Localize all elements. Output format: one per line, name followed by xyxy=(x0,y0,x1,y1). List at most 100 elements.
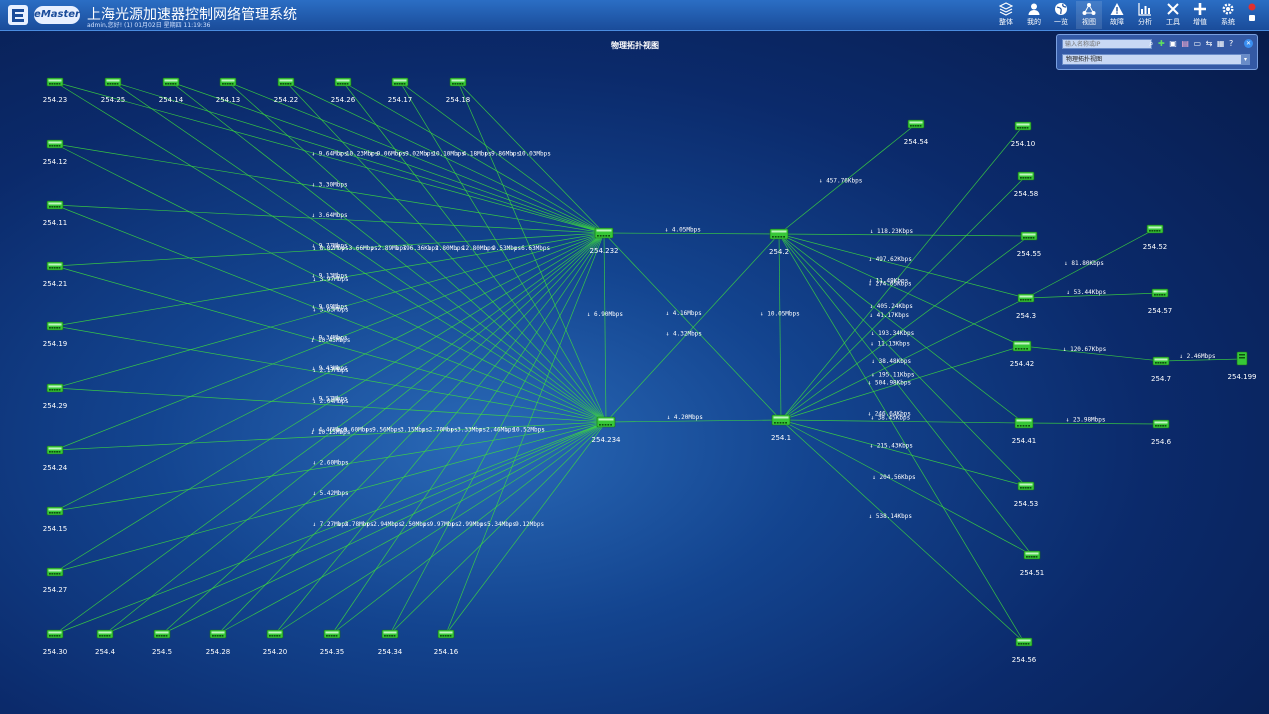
link-rate-label: ↓ 10.05Mbps xyxy=(760,311,800,318)
device-node-254.10[interactable]: 254.10 xyxy=(1011,121,1036,148)
device-label: 254.15 xyxy=(43,525,68,533)
nav-overall[interactable]: 整体 xyxy=(993,1,1019,29)
device-node-254.53[interactable]: 254.53 xyxy=(1014,481,1039,508)
switch-icon xyxy=(96,629,114,639)
device-node-254.54[interactable]: 254.54 xyxy=(904,119,929,146)
switch-icon xyxy=(219,77,237,87)
link-254.17-254.232[interactable] xyxy=(399,81,605,234)
link-254.14-254.232[interactable] xyxy=(170,81,605,234)
device-node-254.1[interactable]: 254.1 xyxy=(771,414,791,442)
device-node-254.4[interactable]: 254.4 xyxy=(95,629,116,656)
device-node-254.16[interactable]: 254.16 xyxy=(434,629,459,656)
device-node-254.13[interactable]: 254.13 xyxy=(216,77,241,104)
link-254.4-254.232[interactable] xyxy=(104,232,605,635)
link-254.4-254.234[interactable] xyxy=(104,421,607,635)
device-node-254.5[interactable]: 254.5 xyxy=(152,629,172,656)
nav-value-added[interactable]: 增值 xyxy=(1187,1,1213,29)
switch-icon xyxy=(1152,356,1170,366)
minimize-window-icon[interactable] xyxy=(1249,15,1255,21)
window-controls[interactable] xyxy=(1246,2,1258,26)
device-node-254.21[interactable]: 254.21 xyxy=(43,261,68,288)
device-node-254.29[interactable]: 254.29 xyxy=(43,383,68,410)
link-254.2-254.56[interactable] xyxy=(778,233,1025,643)
link-254.17-254.234[interactable] xyxy=(399,81,607,423)
link-rate-label: ↓ 405.24Kbps xyxy=(870,303,914,310)
device-label: 254.4 xyxy=(95,648,116,656)
device-node-254.42[interactable]: 254.42 xyxy=(1010,340,1035,368)
link-254.14-254.234[interactable] xyxy=(170,81,607,423)
device-node-254.17[interactable]: 254.17 xyxy=(388,77,413,104)
nav-mine[interactable]: 我的 xyxy=(1021,1,1047,29)
link-254.35-254.234[interactable] xyxy=(331,421,607,635)
link-254.22-254.232[interactable] xyxy=(285,81,605,234)
link-rate-label: ↓ 10.43Mbps xyxy=(311,337,351,344)
device-node-254.25[interactable]: 254.25 xyxy=(101,77,126,104)
topology-canvas[interactable]: ↓ 9.64Mbps↓ 10.23Mbps↓ 9.06Mbps↓ 9.02Mbp… xyxy=(0,30,1269,714)
device-node-254.30[interactable]: 254.30 xyxy=(43,629,68,656)
device-node-254.51[interactable]: 254.51 xyxy=(1020,550,1045,577)
link-rate-label: ↓ 9.12Mbps xyxy=(508,521,545,528)
link-254.34-254.232[interactable] xyxy=(389,232,605,635)
device-node-254.35[interactable]: 254.35 xyxy=(320,629,345,656)
nav-analysis[interactable]: 分析 xyxy=(1132,1,1158,29)
core-switch-icon xyxy=(1012,340,1032,352)
device-node-254.14[interactable]: 254.14 xyxy=(159,77,184,104)
device-node-254.20[interactable]: 254.20 xyxy=(263,629,288,656)
link-rate-label: ↓ 3.97Mbps xyxy=(312,276,349,283)
nav-view[interactable]: 视图 xyxy=(1076,1,1102,29)
device-node-254.57[interactable]: 254.57 xyxy=(1148,288,1173,315)
link-254.30-254.234[interactable] xyxy=(54,421,607,635)
nav-tools[interactable]: 工具 xyxy=(1160,1,1186,29)
link-254.5-254.234[interactable] xyxy=(161,421,607,635)
link-254.28-254.232[interactable] xyxy=(217,232,605,635)
device-label: 254.232 xyxy=(590,247,619,255)
device-node-254.199[interactable]: 254.199 xyxy=(1228,351,1257,381)
device-node-254.28[interactable]: 254.28 xyxy=(206,629,231,656)
nav-overview[interactable]: 一览 xyxy=(1048,1,1074,29)
device-node-254.15[interactable]: 254.15 xyxy=(43,506,68,533)
device-node-254.24[interactable]: 254.24 xyxy=(43,445,68,472)
device-node-254.34[interactable]: 254.34 xyxy=(378,629,403,656)
device-node-254.56[interactable]: 254.56 xyxy=(1012,637,1037,664)
link-254.2-254.1[interactable] xyxy=(778,233,782,421)
user-session-info: admin,您好! (1) 01月02日 星期四 11:19:36 xyxy=(87,22,211,29)
device-node-254.41[interactable]: 254.41 xyxy=(1012,417,1037,445)
device-label: 254.58 xyxy=(1014,190,1039,198)
link-254.20-254.234[interactable] xyxy=(274,421,607,635)
device-label: 254.16 xyxy=(434,648,459,656)
switch-icon xyxy=(323,629,341,639)
warning-icon xyxy=(1110,3,1124,15)
device-node-254.11[interactable]: 254.11 xyxy=(43,200,68,227)
link-254.16-254.232[interactable] xyxy=(445,232,605,635)
link-254.2-254.42[interactable] xyxy=(778,233,1023,347)
device-node-254.19[interactable]: 254.19 xyxy=(43,321,68,348)
device-node-254.23[interactable]: 254.23 xyxy=(43,77,68,104)
switch-icon xyxy=(449,77,467,87)
device-node-254.6[interactable]: 254.6 xyxy=(1151,419,1172,446)
link-rate-label: ↓ 6.63Mbps xyxy=(514,245,551,252)
user-icon xyxy=(1028,3,1040,15)
device-label: 254.199 xyxy=(1228,373,1257,381)
close-window-icon[interactable] xyxy=(1248,3,1256,11)
link-254.1-254.55[interactable] xyxy=(780,235,1030,421)
device-node-254.7[interactable]: 254.7 xyxy=(1151,356,1171,383)
device-node-254.27[interactable]: 254.27 xyxy=(43,567,68,594)
link-254.29-254.234[interactable] xyxy=(54,387,607,423)
nav-system[interactable]: 系统 xyxy=(1215,1,1241,29)
link-254.26-254.232[interactable] xyxy=(342,81,605,234)
device-label: 254.2 xyxy=(769,248,789,256)
device-label: 254.57 xyxy=(1148,307,1173,315)
link-rate-label: ↓ 53.44Kbps xyxy=(1066,289,1106,296)
device-node-254.52[interactable]: 254.52 xyxy=(1143,224,1168,251)
nav-fault[interactable]: 故障 xyxy=(1104,1,1130,29)
link-254.16-254.234[interactable] xyxy=(445,421,607,635)
link-254.232-254.234[interactable] xyxy=(603,232,607,423)
switch-icon xyxy=(46,506,64,516)
device-node-254.12[interactable]: 254.12 xyxy=(43,139,68,166)
link-254.13-254.232[interactable] xyxy=(227,81,605,234)
link-254.27-254.234[interactable] xyxy=(54,421,607,573)
device-node-254.26[interactable]: 254.26 xyxy=(331,77,356,104)
link-rate-label: ↓ 195.11Kbps xyxy=(871,371,915,378)
link-254.28-254.234[interactable] xyxy=(217,421,607,635)
device-node-254.3[interactable]: 254.3 xyxy=(1016,293,1036,320)
